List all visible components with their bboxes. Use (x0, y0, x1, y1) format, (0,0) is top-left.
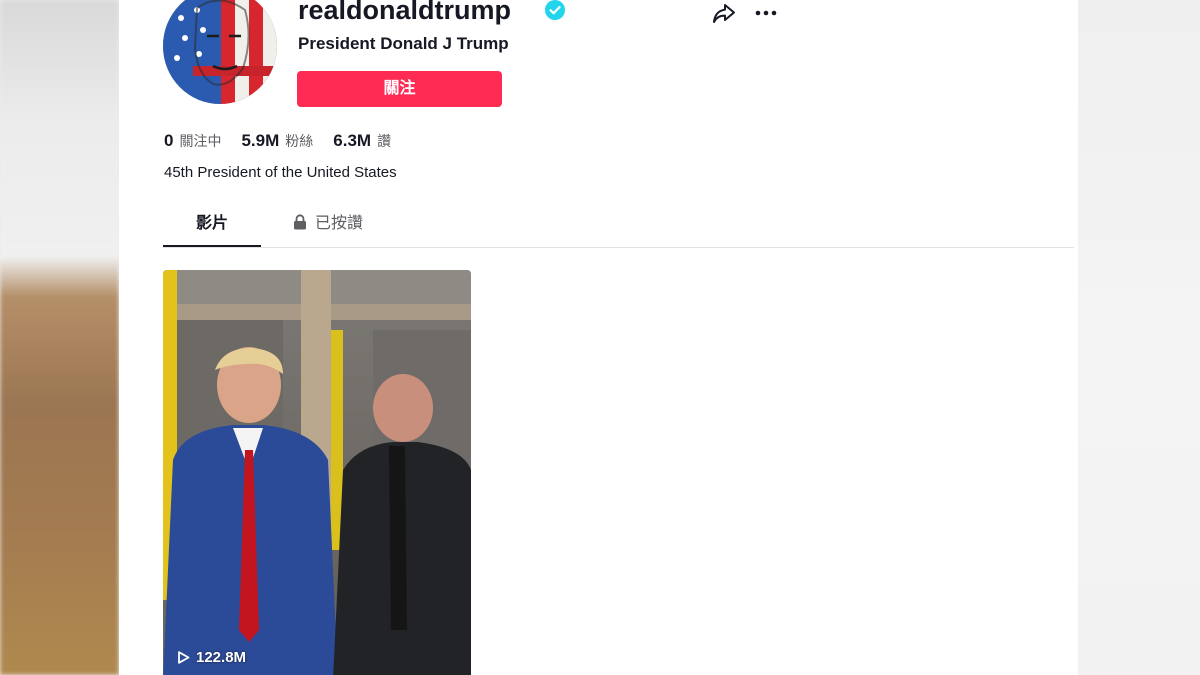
video-thumbnail-image (163, 270, 471, 675)
video-thumbnail[interactable]: 122.8M (163, 270, 471, 675)
bio: 45th President of the United States (164, 164, 397, 181)
avatar[interactable] (163, 0, 277, 104)
background-left (0, 0, 119, 675)
username: realdonaldtrump (298, 0, 512, 25)
likes-count: 6.3M (333, 131, 372, 150)
likes-stat: 6.3M 讚 (333, 131, 391, 151)
profile-page: realdonaldtrump President Donald J Trump… (119, 0, 1078, 675)
share-icon[interactable] (712, 2, 736, 24)
following-label: 關注中 (179, 133, 222, 149)
tab-liked[interactable]: 已按讚 (293, 205, 403, 245)
profile-tabs: 影片 已按讚 (163, 205, 1074, 248)
verified-badge-icon (545, 0, 565, 20)
video-views: 122.8M (177, 649, 246, 666)
profile-stats: 0 關注中 5.9M 粉絲 6.3M 讚 (164, 131, 411, 151)
play-icon (178, 651, 190, 664)
tab-videos[interactable]: 影片 (163, 205, 261, 247)
followers-count: 5.9M (241, 131, 280, 150)
likes-label: 讚 (377, 133, 392, 149)
more-icon[interactable] (754, 2, 778, 24)
following-count: 0 (164, 131, 174, 150)
following-stat[interactable]: 0 關注中 (164, 131, 221, 151)
lock-icon (294, 214, 306, 230)
followers-label: 粉絲 (285, 133, 314, 149)
followers-stat[interactable]: 5.9M 粉絲 (241, 131, 313, 151)
follow-button[interactable]: 關注 (297, 71, 502, 107)
video-views-count: 122.8M (196, 649, 247, 666)
background-right (1078, 0, 1200, 675)
nickname: President Donald J Trump (298, 34, 509, 53)
tab-liked-label: 已按讚 (315, 215, 364, 232)
